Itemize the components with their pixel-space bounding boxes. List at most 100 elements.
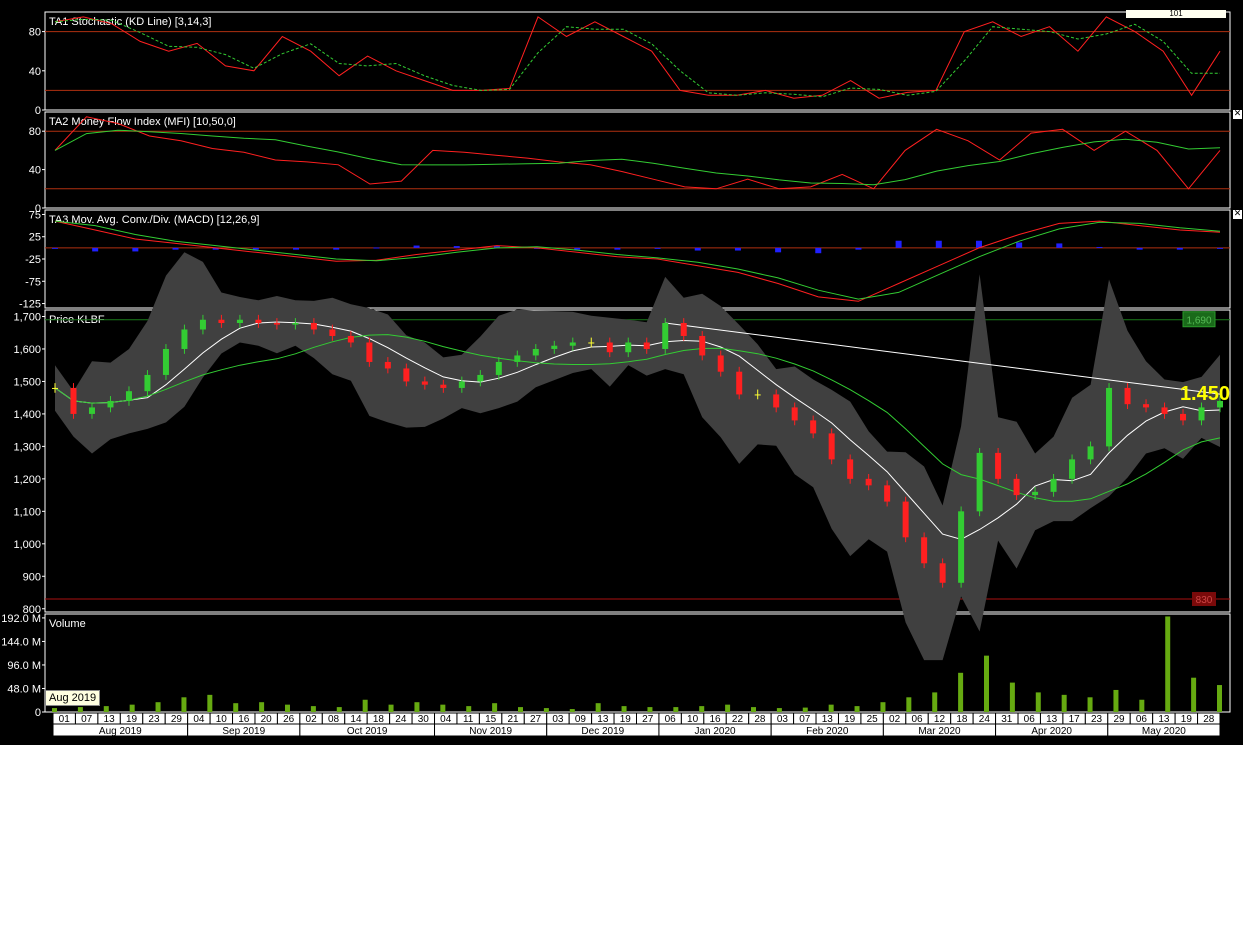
candle-body [773,394,780,408]
macd-hist-bar [815,247,822,254]
xtick-month-label: Nov 2019 [469,726,512,737]
candle-body [995,452,1002,479]
stoch-corner-label: 101 [1169,9,1183,18]
macd-hist-bar [1136,247,1143,250]
xtick-day-label: 01 [59,714,71,725]
ytick-price: 1,700 [13,311,41,323]
xtick-day-label: 02 [306,714,318,725]
volume-bar [569,709,575,712]
ytick-macd: -75 [25,276,41,288]
macd-signal-line [54,220,1221,300]
volume-bar [1191,677,1197,712]
macd-hist-bar [132,247,139,252]
xtick-day-label: 13 [597,714,609,725]
candle-body [88,407,95,414]
xtick-day-label: 21 [508,714,520,725]
ytick-stoch: 0 [35,105,41,117]
ytick-price: 1,500 [13,376,41,388]
xtick-day-label: 24 [395,714,407,725]
xtick-day-label: 03 [552,714,564,725]
xtick-day-label: 10 [216,714,228,725]
candle-body [1198,407,1205,421]
candle-body [551,345,558,349]
volume-bar [621,706,627,712]
ytick-macd: -125 [19,299,41,311]
xtick-month-label: Apr 2020 [1031,726,1072,737]
volume-bar [543,708,549,712]
xtick-month-label: Sep 2019 [222,726,265,737]
candle-body [125,391,132,401]
macd-hist-bar [694,247,701,251]
close-panel-mfi-icon[interactable]: ✕ [1233,110,1242,119]
xtick-day-label: 28 [1203,714,1215,725]
candle-body [532,348,539,356]
xtick-day-label: 07 [81,714,93,725]
macd-hist-bar [734,247,741,251]
xtick-day-label: 06 [1136,714,1148,725]
volume-bar [259,702,265,712]
candle-body [144,374,151,392]
xtick-day-label: 18 [956,714,968,725]
xtick-day-label: 28 [754,714,766,725]
close-panel-macd-icon[interactable]: ✕ [1233,210,1242,219]
stoch-k-line [54,16,1221,99]
xtick-day-label: 16 [709,714,721,725]
macd-hist-bar [935,240,942,248]
macd-hist-bar [172,247,179,250]
volume-bar [362,699,368,712]
volume-bar [984,655,989,712]
xtick-day-label: 08 [328,714,340,725]
volume-bar [466,706,472,712]
ytick-mfi: 80 [29,126,41,138]
ytick-vol: 144.0 M [1,636,41,648]
macd-hist-bar [775,247,782,253]
candle-body [403,368,410,382]
candle-body [514,355,521,362]
candle-body [70,387,77,414]
candle-body [384,361,391,369]
candle-body [1069,459,1076,479]
stoch-d-line [54,18,1220,98]
volume-bar [776,708,782,712]
ytick-macd: 75 [29,209,41,221]
xtick-day-label: 19 [844,714,856,725]
ytick-price: 1,300 [13,441,41,453]
candle-body [1087,446,1094,460]
candle-body [1180,413,1187,421]
volume-bar [1165,616,1171,712]
xtick-month-label: Feb 2020 [806,726,849,737]
volume-bar [725,704,731,712]
macd-hist-bar [1016,242,1023,248]
candle-body [606,342,613,353]
volume-bar [1035,692,1041,712]
volume-bar [751,707,756,712]
volume-bar [647,707,653,712]
candle-body [495,361,502,375]
macd-hist-bar [855,247,862,250]
xtick-day-label: 17 [1069,714,1081,725]
xtick-day-label: 29 [171,714,183,725]
ytick-price: 900 [23,571,41,583]
candle-body [292,322,299,325]
candle-body [625,342,632,353]
xtick-day-label: 16 [238,714,250,725]
candle-body [958,511,965,583]
panel-title-vol: Volume [49,618,86,630]
xtick-day-label: 04 [193,714,205,725]
candle-body [477,374,484,382]
candle-body [1106,387,1113,447]
macd-hist-bar [52,247,58,249]
candle-body [162,348,169,375]
volume-bar [103,706,109,712]
candle-body [1032,491,1039,496]
xtick-day-label: 12 [934,714,946,725]
candle-body [1161,407,1168,414]
ytick-macd: 25 [29,232,41,244]
panel-frame-stoch [44,11,1231,111]
ytick-vol: 0 [35,707,41,719]
volume-bar [958,672,964,712]
macd-hist-bar [293,247,300,250]
candle-body [569,342,576,346]
panel-title-stoch: TA1 Stochastic (KD Line) [3,14,3] [49,16,211,28]
xtick-day-label: 19 [620,714,632,725]
